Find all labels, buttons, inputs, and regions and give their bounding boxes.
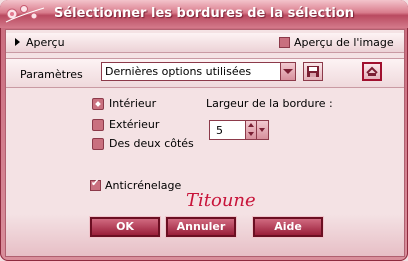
radio-interior[interactable] <box>92 98 104 110</box>
dialog-window: Sélectionner les bordures de la sélectio… <box>0 0 408 261</box>
antialias-label[interactable]: Anticrénelage <box>105 179 181 192</box>
expand-arrow-icon[interactable] <box>15 38 20 46</box>
reset-button[interactable] <box>362 62 382 81</box>
signature: Titoune <box>186 190 256 211</box>
radio-exterior-label[interactable]: Extérieur <box>109 118 159 131</box>
spinner-dropdown-icon[interactable] <box>256 121 268 139</box>
spinner-arrows-icon[interactable] <box>245 121 256 139</box>
preview-bar: Aperçu Aperçu de l'image <box>6 33 404 53</box>
border-width-input[interactable]: 5 <box>209 120 269 140</box>
antialias-checkbox[interactable] <box>90 178 101 191</box>
radio-interior-label[interactable]: Intérieur <box>109 97 156 110</box>
radio-both-sides[interactable] <box>92 138 104 150</box>
save-preset-button[interactable] <box>303 62 323 81</box>
cancel-button[interactable]: Annuler <box>165 216 237 238</box>
border-width-value: 5 <box>216 124 223 137</box>
floppy-disk-icon <box>307 66 319 77</box>
settings-label: Paramètres <box>20 68 83 81</box>
preview-label[interactable]: Aperçu <box>26 36 65 49</box>
image-preview-label[interactable]: Aperçu de l'image <box>294 36 394 49</box>
reset-icon <box>366 66 378 76</box>
help-button[interactable]: Aide <box>252 216 324 238</box>
window-title: Sélectionner les bordures de la sélectio… <box>53 6 355 21</box>
title-bar[interactable]: Sélectionner les bordures de la sélectio… <box>0 0 408 28</box>
preset-value: Dernières options utilisées <box>105 65 252 78</box>
chevron-down-icon[interactable] <box>280 63 295 80</box>
radio-both-sides-label[interactable]: Des deux côtés <box>109 137 194 150</box>
image-preview-checkbox[interactable] <box>279 37 290 48</box>
preset-dropdown[interactable]: Dernières options utilisées <box>101 62 296 81</box>
border-width-label: Largeur de la bordure : <box>206 97 333 110</box>
ok-button[interactable]: OK <box>89 216 161 238</box>
radio-exterior[interactable] <box>92 119 104 131</box>
